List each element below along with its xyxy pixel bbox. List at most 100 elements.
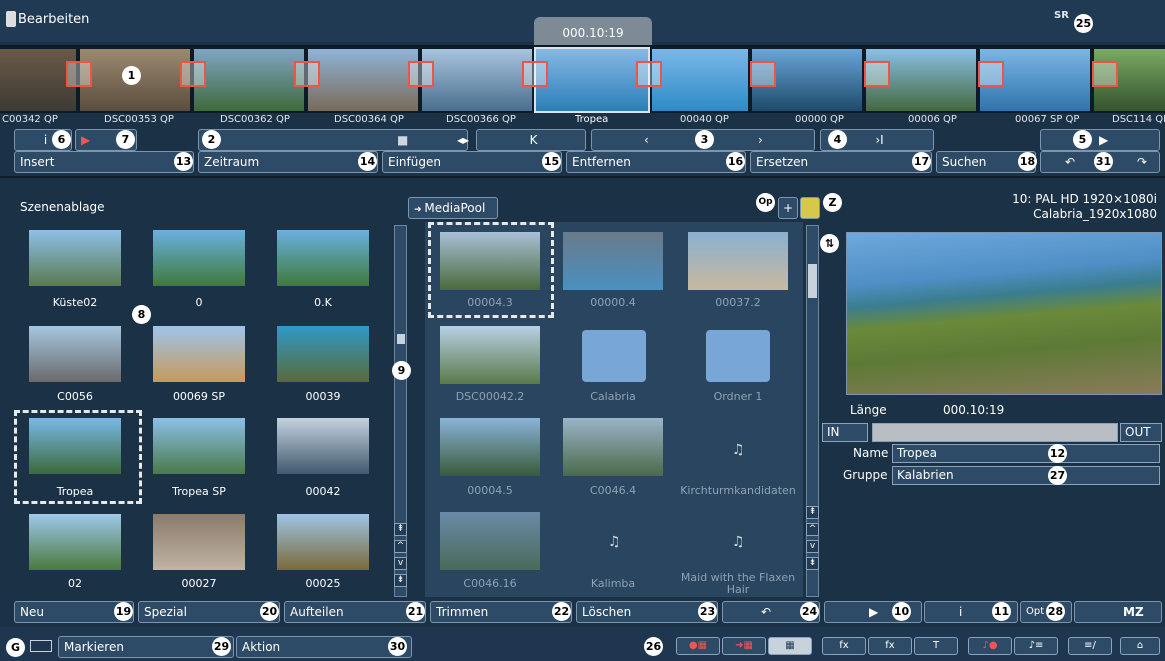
media-thumb[interactable] [563, 232, 663, 290]
callout-17: 17 [912, 152, 931, 171]
mediapool-label: MediaPool [424, 201, 486, 215]
list-icon[interactable] [30, 640, 52, 652]
insert-button[interactable]: Insert [14, 151, 194, 173]
transition-icon[interactable] [978, 61, 1004, 87]
sr-indicator[interactable]: SR [1054, 10, 1069, 21]
selection-frame [428, 222, 554, 318]
media-label: Kirchturmkandidaten [680, 484, 796, 497]
in-button[interactable]: IN [822, 423, 868, 442]
scroll-thumb[interactable] [397, 334, 405, 344]
scene-thumb[interactable] [277, 514, 369, 570]
clip-thumb[interactable] [0, 49, 76, 111]
transition-icon[interactable] [294, 61, 320, 87]
aktion-button[interactable]: Aktion [236, 636, 412, 658]
scene-label: 0.K [314, 296, 332, 309]
aufteilen-button[interactable]: Aufteilen [284, 601, 426, 623]
transition-icon[interactable] [66, 61, 92, 87]
add-list-button[interactable]: + [778, 197, 798, 219]
scene-bin-grid[interactable]: Küste02 0 0.K C0056 00069 SP 00039 Trope… [12, 222, 392, 597]
record-grid-icon[interactable]: ●▦ [676, 637, 720, 655]
scroll-down-icon[interactable]: v [806, 540, 819, 553]
callout-15: 15 [542, 152, 561, 171]
clip-thumb[interactable] [308, 49, 418, 111]
home-icon[interactable]: ⌂ [1120, 637, 1160, 655]
callout-op: Op [756, 193, 775, 212]
clip-thumb-selected[interactable] [534, 47, 650, 113]
folder-view-button[interactable] [800, 197, 820, 219]
transition-icon[interactable] [522, 61, 548, 87]
transition-icon[interactable] [636, 61, 662, 87]
transition-icon[interactable] [408, 61, 434, 87]
scroll-up-page-icon[interactable]: ⇞ [806, 506, 819, 519]
scene-thumb[interactable] [277, 326, 369, 382]
scene-thumb[interactable] [153, 514, 245, 570]
callout-18: 18 [1018, 152, 1037, 171]
scene-thumb[interactable] [277, 230, 369, 286]
einfuegen-button[interactable]: Einfügen [382, 151, 562, 173]
audio-list-icon[interactable]: ♪≡ [1014, 637, 1058, 655]
storyboard-strip[interactable] [0, 45, 1165, 115]
scroll-up-icon[interactable]: ^ [806, 523, 819, 536]
transition-icon[interactable] [864, 61, 890, 87]
play-icon: ▶ [1099, 133, 1109, 147]
zeitraum-button[interactable]: Zeitraum [198, 151, 378, 173]
callout-20: 20 [260, 602, 279, 621]
scene-thumb[interactable] [153, 230, 245, 286]
stop-button[interactable]: ■ ◂▸ [198, 129, 469, 151]
loeschen-button[interactable]: Löschen [576, 601, 718, 623]
scroll-down-page-icon[interactable]: ⇟ [806, 557, 819, 570]
scroll-up-page-icon[interactable]: ⇞ [394, 523, 407, 536]
effect-a-icon[interactable]: fx [822, 637, 866, 655]
out-button[interactable]: OUT [1120, 423, 1162, 442]
play-button[interactable]: ▶ [1040, 129, 1160, 151]
gruppe-field[interactable]: Kalabrien [892, 466, 1160, 485]
grid-view-icon[interactable]: ▦ [768, 637, 812, 655]
scroll-down-page-icon[interactable]: ⇟ [394, 574, 407, 587]
folder-icon[interactable] [582, 330, 646, 382]
media-thumb[interactable] [440, 418, 540, 476]
goto-start-button[interactable]: K [476, 129, 586, 151]
media-thumb[interactable] [440, 326, 540, 384]
callout-29: 29 [212, 637, 231, 656]
in-out-range-bar[interactable] [872, 423, 1118, 442]
clip-thumb[interactable] [422, 49, 532, 111]
markieren-button[interactable]: Markieren [58, 636, 234, 658]
clip-thumb[interactable] [652, 49, 748, 111]
scene-thumb[interactable] [153, 326, 245, 382]
callout-sort[interactable]: ⇅ [820, 234, 839, 253]
title-icon[interactable]: T [914, 637, 958, 655]
mediapool-grid[interactable]: ♫ ♫ ♫ 00004.3 00000.4 00037.2 DSC00042.2… [425, 222, 803, 597]
media-thumb[interactable] [563, 418, 663, 476]
name-field[interactable]: Tropea [892, 444, 1160, 463]
scroll-up-icon[interactable]: ^ [394, 540, 407, 553]
mediapool-button[interactable]: ➜ MediaPool [408, 197, 498, 219]
transition-icon[interactable] [180, 61, 206, 87]
effect-b-icon[interactable]: fx [868, 637, 912, 655]
audio-record-icon[interactable]: ♪● [968, 637, 1012, 655]
scene-thumb[interactable] [277, 418, 369, 474]
scroll-thumb[interactable] [808, 264, 817, 298]
callout-13: 13 [174, 152, 193, 171]
tools-icon[interactable]: ≡/ [1068, 637, 1112, 655]
media-thumb[interactable] [688, 232, 788, 290]
scene-thumb[interactable] [29, 514, 121, 570]
callout-6: 6 [52, 130, 71, 149]
transition-icon[interactable] [1092, 61, 1118, 87]
spezial-button[interactable]: Spezial [138, 601, 280, 623]
scroll-down-icon[interactable]: v [394, 557, 407, 570]
callout-26: 26 [644, 637, 663, 656]
mz-button[interactable]: MZ [1074, 601, 1162, 623]
scene-thumb[interactable] [29, 326, 121, 382]
entfernen-button[interactable]: Entfernen [566, 151, 746, 173]
goto-end-icon: ›I [875, 133, 884, 147]
scene-thumb[interactable] [153, 418, 245, 474]
clip-thumb[interactable] [194, 49, 304, 111]
media-thumb[interactable] [440, 512, 540, 570]
trimmen-button[interactable]: Trimmen [430, 601, 572, 623]
folder-icon[interactable] [706, 330, 770, 382]
transition-icon[interactable] [750, 61, 776, 87]
callout-31: 31 [1094, 152, 1113, 171]
insert-grid-icon[interactable]: ➜▦ [722, 637, 766, 655]
ersetzen-button[interactable]: Ersetzen [750, 151, 932, 173]
scene-thumb[interactable] [29, 230, 121, 286]
